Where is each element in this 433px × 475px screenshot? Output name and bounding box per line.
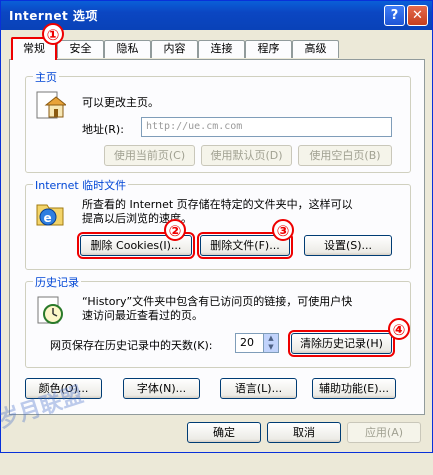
annotation-badge-3: ③ <box>272 219 294 241</box>
spin-down-icon[interactable]: ▼ <box>264 343 278 352</box>
temp-settings-button[interactable]: 设置(S)... <box>304 235 392 256</box>
history-icon <box>37 296 63 324</box>
use-current-page-button[interactable]: 使用当前页(C) <box>104 145 195 166</box>
accessibility-button[interactable]: 辅助功能(E)... <box>312 378 396 399</box>
spin-up-icon[interactable]: ▲ <box>264 334 278 343</box>
annotation-badge-1: ① <box>42 23 64 45</box>
help-button[interactable]: ? <box>384 5 405 26</box>
annotation-badge-4: ④ <box>388 318 410 340</box>
close-button[interactable]: ✕ <box>407 5 428 26</box>
use-default-page-button[interactable]: 使用默认页(D) <box>201 145 292 166</box>
tab-advanced[interactable]: 高级 <box>292 40 339 58</box>
svg-text:e: e <box>44 211 52 225</box>
address-label: 地址(R): <box>82 123 124 136</box>
annotation-badge-2: ② <box>164 219 186 241</box>
tab-connections[interactable]: 连接 <box>198 40 245 58</box>
history-days-label: 网页保存在历史记录中的天数(K): <box>50 339 213 352</box>
history-group-label: 历史记录 <box>33 274 81 290</box>
home-address-input[interactable]: http://ue.cm.com <box>141 117 392 137</box>
history-days-input[interactable]: 20 <box>235 333 265 353</box>
languages-button[interactable]: 语言(L)... <box>220 378 297 399</box>
tab-security[interactable]: 安全 <box>57 40 104 58</box>
title-bar[interactable]: Internet 选项 ? ✕ <box>1 1 432 30</box>
fonts-button[interactable]: 字体(N)... <box>123 378 200 399</box>
home-page-icon <box>36 91 66 119</box>
tab-programs[interactable]: 程序 <box>245 40 292 58</box>
history-group: 历史记录 “History”文件夹中包含有已访问页的链接，可使用户快 速访问最近… <box>25 274 411 368</box>
history-days-spinner[interactable]: ▲ ▼ <box>263 333 279 353</box>
temp-files-group: Internet 临时文件 e 所查看的 Internet 页存储在特定的文件夹… <box>25 177 411 270</box>
internet-options-window: Internet 选项 ? ✕ 常规 安全 隐私 内容 连接 程序 高级 ① 主… <box>0 0 433 453</box>
clear-history-button[interactable]: 清除历史记录(H) <box>288 330 395 357</box>
home-page-group: 主页 可以更改主页。 地址(R): http://ue.cm.com 使用当前页… <box>25 69 411 173</box>
use-blank-page-button[interactable]: 使用空白页(B) <box>298 145 392 166</box>
history-description-2: 速访问最近查看过的页。 <box>82 309 203 322</box>
apply-button[interactable]: 应用(A) <box>347 422 421 443</box>
tab-content[interactable]: 内容 <box>151 40 198 58</box>
ok-button[interactable]: 确定 <box>187 422 261 443</box>
temp-files-icon: e <box>36 204 64 226</box>
general-tab-panel: 主页 可以更改主页。 地址(R): http://ue.cm.com 使用当前页… <box>9 59 425 415</box>
cancel-button[interactable]: 取消 <box>267 422 341 443</box>
home-page-group-label: 主页 <box>33 69 59 85</box>
window-title: Internet 选项 <box>9 9 98 23</box>
tab-privacy[interactable]: 隐私 <box>104 40 151 58</box>
home-page-description: 可以更改主页。 <box>82 96 159 109</box>
colors-button[interactable]: 颜色(O)... <box>25 378 102 399</box>
temp-files-group-label: Internet 临时文件 <box>33 177 129 193</box>
